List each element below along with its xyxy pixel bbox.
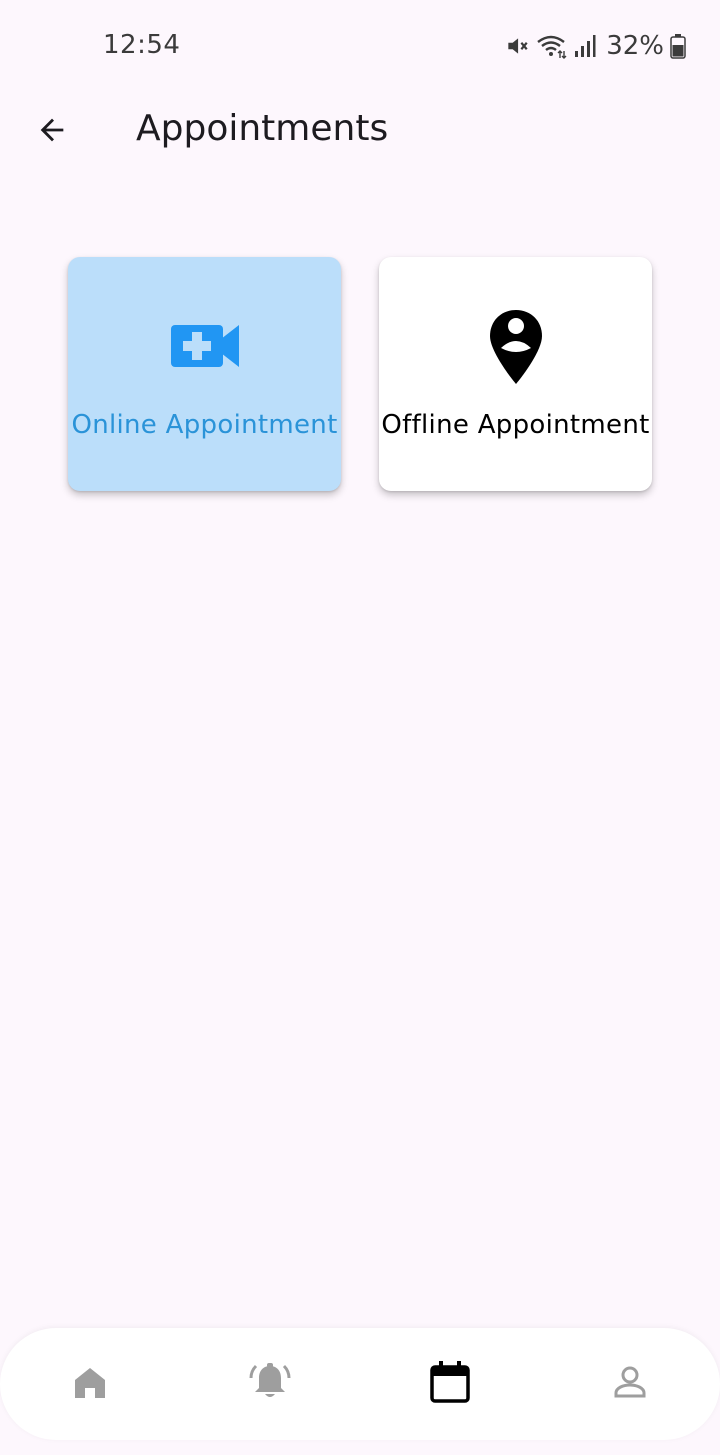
battery-percent: 32%	[606, 31, 664, 61]
signal-icon	[574, 33, 596, 59]
online-appointment-card[interactable]: Online Appointment	[68, 257, 341, 491]
back-button[interactable]	[24, 104, 80, 160]
page-title: Appointments	[136, 108, 389, 149]
video-call-icon	[170, 323, 239, 374]
mute-icon	[504, 33, 530, 59]
status-icons: 32%	[504, 30, 686, 62]
offline-appointment-label: Offline Appointment	[381, 410, 650, 440]
nav-notifications[interactable]	[242, 1356, 298, 1412]
nav-home[interactable]	[62, 1356, 118, 1412]
home-icon	[72, 1364, 108, 1405]
online-appointment-label: Online Appointment	[71, 410, 338, 440]
wifi-icon	[536, 33, 568, 59]
app-bar: Appointments	[0, 92, 720, 168]
person-pin-icon	[489, 309, 543, 390]
battery-icon	[670, 33, 686, 59]
status-bar: 12:54 32%	[0, 0, 720, 92]
calendar-icon	[430, 1360, 470, 1408]
person-icon	[612, 1364, 648, 1405]
nav-profile[interactable]	[602, 1356, 658, 1412]
nav-appointments[interactable]	[422, 1356, 478, 1412]
notification-bell-icon	[249, 1362, 291, 1407]
offline-appointment-card[interactable]: Offline Appointment	[379, 257, 652, 491]
arrow-back-icon	[35, 113, 69, 152]
status-time: 12:54	[103, 30, 181, 60]
bottom-navigation	[0, 1328, 720, 1440]
